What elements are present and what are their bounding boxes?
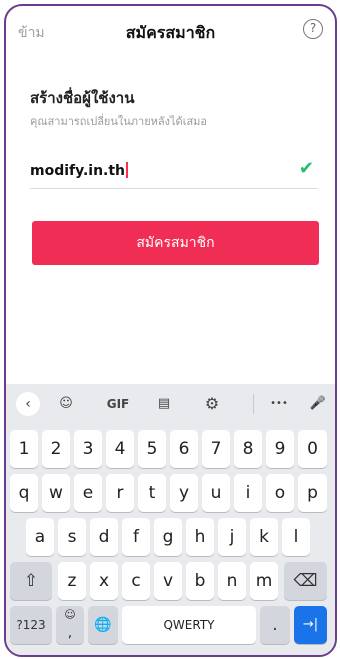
clipboard-icon[interactable]: ▤	[152, 392, 176, 416]
symbols-key[interactable]: ?123	[10, 606, 52, 644]
key-n[interactable]: n	[218, 562, 246, 600]
key-i[interactable]: i	[234, 474, 262, 512]
mic-icon[interactable]: 🎤	[308, 392, 328, 416]
form-subtitle: คุณสามารถเปลี่ยนในภายหลังได้เสมอ	[30, 115, 208, 128]
enter-key[interactable]: →|	[294, 606, 327, 644]
space-key[interactable]: QWERTY	[122, 606, 256, 644]
key-8[interactable]: 8	[234, 430, 262, 468]
signup-button[interactable]: สมัครสมาชิก	[32, 221, 319, 265]
key-e[interactable]: e	[74, 474, 102, 512]
emoji-icon: ☺	[64, 608, 76, 621]
username-input[interactable]: modify.in.th	[30, 162, 129, 179]
backspace-key[interactable]: ⌫	[284, 562, 327, 600]
key-z[interactable]: z	[58, 562, 86, 600]
key-9[interactable]: 9	[266, 430, 294, 468]
globe-icon[interactable]: 🌐	[88, 606, 118, 644]
page-title: สมัครสมาชิก	[125, 23, 216, 42]
key-2[interactable]: 2	[42, 430, 70, 468]
key-1[interactable]: 1	[10, 430, 38, 468]
gear-icon[interactable]: ⚙	[200, 392, 224, 416]
period-key[interactable]: .	[260, 606, 290, 644]
key-d[interactable]: d	[90, 518, 118, 556]
key-m[interactable]: m	[250, 562, 278, 600]
key-f[interactable]: f	[122, 518, 150, 556]
keyboard-toolbar: ‹ ☺ GIF ▤ ⚙ ••• 🎤	[6, 384, 335, 424]
form-heading: สร้างชื่อผู้ใช้งาน	[30, 89, 135, 107]
key-3[interactable]: 3	[74, 430, 102, 468]
phone-frame: ข้าม สมัครสมาชิก ? สร้างชื่อผู้ใช้งาน คุ…	[4, 4, 337, 657]
key-4[interactable]: 4	[106, 430, 134, 468]
comma-emoji-key[interactable]: ☺ ,	[56, 606, 84, 644]
key-h[interactable]: h	[186, 518, 214, 556]
gif-button[interactable]: GIF	[102, 392, 134, 416]
key-j[interactable]: j	[218, 518, 246, 556]
key-b[interactable]: b	[186, 562, 214, 600]
comma-label: ,	[67, 625, 73, 641]
toolbar-divider	[253, 394, 254, 414]
valid-check-icon: ✔	[298, 158, 314, 179]
key-g[interactable]: g	[154, 518, 182, 556]
more-icon[interactable]: •••	[264, 392, 294, 416]
key-s[interactable]: s	[58, 518, 86, 556]
key-r[interactable]: r	[106, 474, 134, 512]
keyboard: ‹ ☺ GIF ▤ ⚙ ••• 🎤 1 2 3 4 5 6 7 8 9 0 q …	[6, 384, 335, 655]
key-q[interactable]: q	[10, 474, 38, 512]
back-chevron-icon[interactable]: ‹	[16, 392, 40, 416]
help-icon[interactable]: ?	[303, 19, 323, 39]
key-0[interactable]: 0	[298, 430, 327, 468]
key-o[interactable]: o	[266, 474, 294, 512]
key-a[interactable]: a	[26, 518, 54, 556]
username-value: modify.in.th	[30, 163, 126, 179]
key-c[interactable]: c	[122, 562, 150, 600]
key-k[interactable]: k	[250, 518, 278, 556]
key-5[interactable]: 5	[138, 430, 166, 468]
key-y[interactable]: y	[170, 474, 198, 512]
shift-key[interactable]: ⇧	[10, 562, 52, 600]
key-u[interactable]: u	[202, 474, 230, 512]
key-v[interactable]: v	[154, 562, 182, 600]
key-x[interactable]: x	[90, 562, 118, 600]
key-7[interactable]: 7	[202, 430, 230, 468]
key-6[interactable]: 6	[170, 430, 198, 468]
text-caret	[126, 162, 129, 178]
sticker-icon[interactable]: ☺	[54, 392, 78, 416]
key-w[interactable]: w	[42, 474, 70, 512]
username-field[interactable]: modify.in.th ✔	[30, 156, 318, 189]
key-l[interactable]: l	[282, 518, 310, 556]
key-t[interactable]: t	[138, 474, 166, 512]
top-bar: ข้าม สมัครสมาชิก ?	[6, 6, 335, 58]
key-p[interactable]: p	[298, 474, 327, 512]
